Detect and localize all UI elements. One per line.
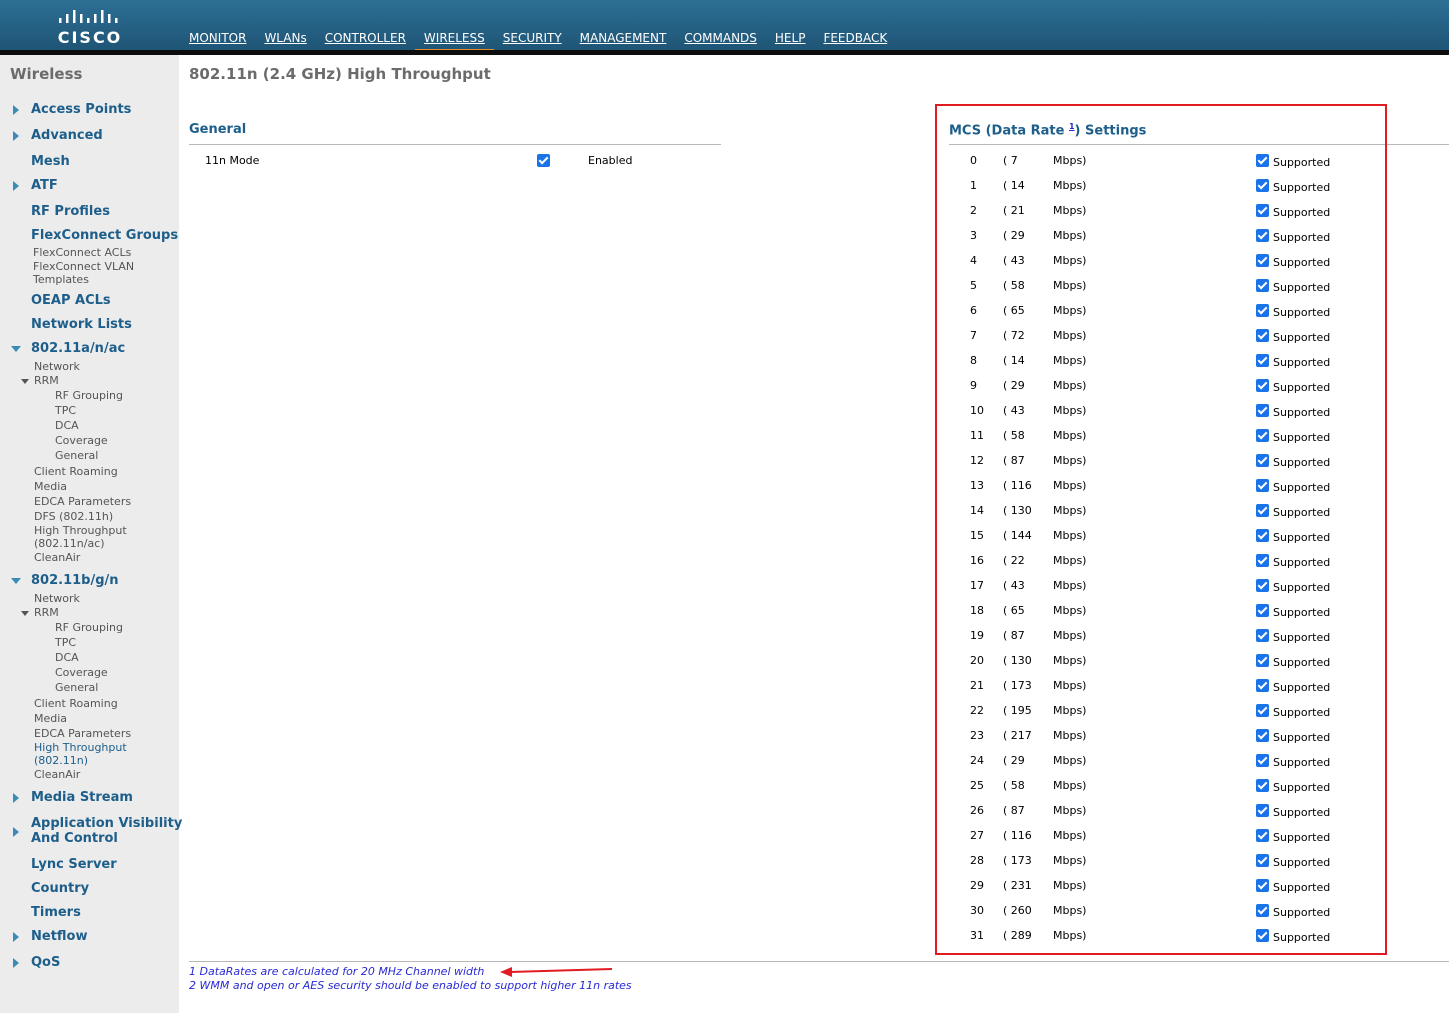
sidebar-item-rf-profiles[interactable]: RF Profiles bbox=[31, 204, 110, 219]
footnote-1: 1 DataRates are calculated for 20 MHz Ch… bbox=[189, 965, 485, 978]
nav-wireless[interactable]: WIRELESS bbox=[414, 30, 494, 54]
top-navigation-bar: CISCO MONITOR WLANs CONTROLLER WIRELESS … bbox=[0, 0, 1449, 54]
sidebar-item-a-client-roaming[interactable]: Client Roaming bbox=[34, 465, 118, 478]
sidebar-item-b-coverage[interactable]: Coverage bbox=[55, 666, 108, 679]
sidebar-item-a-high-throughput[interactable]: High Throughput bbox=[34, 524, 127, 537]
expand-arrow-icon[interactable] bbox=[13, 105, 19, 115]
expand-arrow-icon[interactable] bbox=[13, 181, 19, 191]
sidebar-item-b-rrm[interactable]: RRM bbox=[34, 606, 59, 619]
nav-help[interactable]: HELP bbox=[766, 30, 815, 50]
main-nav: MONITOR WLANs CONTROLLER WIRELESS SECURI… bbox=[180, 30, 896, 54]
nav-controller[interactable]: CONTROLLER bbox=[316, 30, 415, 50]
nav-wlans[interactable]: WLANs bbox=[255, 30, 315, 50]
sidebar-item-a-dfs[interactable]: DFS (802.11h) bbox=[34, 510, 113, 523]
expand-arrow-icon[interactable] bbox=[13, 958, 19, 968]
collapse-arrow-icon[interactable] bbox=[11, 346, 21, 352]
sidebar-item-b-edca[interactable]: EDCA Parameters bbox=[34, 727, 131, 740]
logo-text: CISCO bbox=[57, 28, 123, 47]
sidebar-item-timers[interactable]: Timers bbox=[31, 905, 81, 920]
sidebar-item-a-rf-grouping[interactable]: RF Grouping bbox=[55, 389, 123, 402]
cisco-logo: CISCO bbox=[54, 8, 126, 48]
sidebar-item-mesh[interactable]: Mesh bbox=[31, 154, 70, 169]
sidebar-item-a-high-throughput-sub[interactable]: (802.11n/ac) bbox=[34, 537, 105, 550]
nav-commands[interactable]: COMMANDS bbox=[675, 30, 766, 50]
sidebar-item-advanced[interactable]: Advanced bbox=[31, 128, 103, 143]
sidebar-item-oeap-acls[interactable]: OEAP ACLs bbox=[31, 293, 111, 308]
sidebar-item-80211a[interactable]: 802.11a/n/ac bbox=[31, 341, 125, 356]
sidebar-item-b-network[interactable]: Network bbox=[34, 592, 80, 605]
nav-security[interactable]: SECURITY bbox=[494, 30, 571, 50]
footnote-2: 2 WMM and open or AES security should be… bbox=[189, 979, 632, 992]
collapse-arrow-icon[interactable] bbox=[11, 578, 21, 584]
sidebar-item-b-high-throughput-sub[interactable]: (802.11n) bbox=[34, 754, 88, 767]
general-section-title: General bbox=[189, 122, 247, 137]
sidebar-item-atf[interactable]: ATF bbox=[31, 178, 58, 193]
highlight-box bbox=[935, 104, 1387, 955]
sidebar-item-a-general[interactable]: General bbox=[55, 449, 98, 462]
sidebar-item-qos[interactable]: QoS bbox=[31, 955, 60, 970]
header-divider bbox=[0, 50, 1449, 55]
sidebar-item-b-general[interactable]: General bbox=[55, 681, 98, 694]
sidebar-item-flexconnect-groups[interactable]: FlexConnect Groups bbox=[31, 228, 178, 243]
sidebar-item-flexconnect-vlan[interactable]: FlexConnect VLAN bbox=[33, 260, 134, 273]
expand-arrow-icon[interactable] bbox=[13, 793, 19, 803]
sidebar-item-flexconnect-acls[interactable]: FlexConnect ACLs bbox=[33, 246, 131, 259]
collapse-arrow-icon[interactable] bbox=[21, 611, 29, 616]
sidebar-item-a-dca[interactable]: DCA bbox=[55, 419, 79, 432]
sidebar-item-a-cleanair[interactable]: CleanAir bbox=[34, 551, 80, 564]
expand-arrow-icon[interactable] bbox=[13, 827, 19, 837]
sidebar-item-a-edca[interactable]: EDCA Parameters bbox=[34, 495, 131, 508]
sidebar-item-b-cleanair[interactable]: CleanAir bbox=[34, 768, 80, 781]
sidebar-item-access-points[interactable]: Access Points bbox=[31, 102, 131, 117]
mode-state: Enabled bbox=[588, 154, 633, 167]
sidebar-item-country[interactable]: Country bbox=[31, 881, 89, 896]
sidebar-item-80211b[interactable]: 802.11b/g/n bbox=[31, 573, 119, 588]
sidebar-item-templates[interactable]: Templates bbox=[33, 273, 89, 286]
expand-arrow-icon[interactable] bbox=[13, 131, 19, 141]
sidebar-item-b-client-roaming[interactable]: Client Roaming bbox=[34, 697, 118, 710]
sidebar-item-network-lists[interactable]: Network Lists bbox=[31, 317, 132, 332]
sidebar-item-a-coverage[interactable]: Coverage bbox=[55, 434, 108, 447]
nav-management[interactable]: MANAGEMENT bbox=[571, 30, 676, 50]
mode-label: 11n Mode bbox=[205, 154, 260, 167]
footer-divider bbox=[189, 961, 1449, 962]
annotation-arrow-icon bbox=[500, 967, 613, 977]
sidebar-item-media-stream[interactable]: Media Stream bbox=[31, 790, 133, 805]
sidebar-item-a-media[interactable]: Media bbox=[34, 480, 67, 493]
sidebar-title: Wireless bbox=[10, 65, 83, 83]
sidebar-item-b-high-throughput[interactable]: High Throughput bbox=[34, 741, 127, 754]
nav-feedback[interactable]: FEEDBACK bbox=[814, 30, 896, 50]
collapse-arrow-icon[interactable] bbox=[21, 379, 29, 384]
sidebar-item-b-rf-grouping[interactable]: RF Grouping bbox=[55, 621, 123, 634]
page-title: 802.11n (2.4 GHz) High Throughput bbox=[189, 65, 491, 83]
sidebar-item-b-tpc[interactable]: TPC bbox=[55, 636, 76, 649]
sidebar-item-b-dca[interactable]: DCA bbox=[55, 651, 79, 664]
sidebar: Wireless Access Points Advanced Mesh ATF… bbox=[0, 55, 182, 1013]
expand-arrow-icon[interactable] bbox=[13, 932, 19, 942]
sidebar-item-app-visibility[interactable]: Application Visibility bbox=[31, 816, 182, 831]
sidebar-item-lync-server[interactable]: Lync Server bbox=[31, 857, 117, 872]
sidebar-item-netflow[interactable]: Netflow bbox=[31, 929, 88, 944]
sidebar-item-a-network[interactable]: Network bbox=[34, 360, 80, 373]
sidebar-item-a-tpc[interactable]: TPC bbox=[55, 404, 76, 417]
mode-checkbox[interactable] bbox=[537, 154, 550, 167]
cisco-bars-icon bbox=[59, 10, 118, 23]
nav-monitor[interactable]: MONITOR bbox=[180, 30, 255, 50]
sidebar-item-b-media[interactable]: Media bbox=[34, 712, 67, 725]
sidebar-item-app-visibility-2[interactable]: And Control bbox=[31, 831, 118, 846]
general-divider bbox=[189, 144, 721, 145]
sidebar-item-a-rrm[interactable]: RRM bbox=[34, 374, 59, 387]
